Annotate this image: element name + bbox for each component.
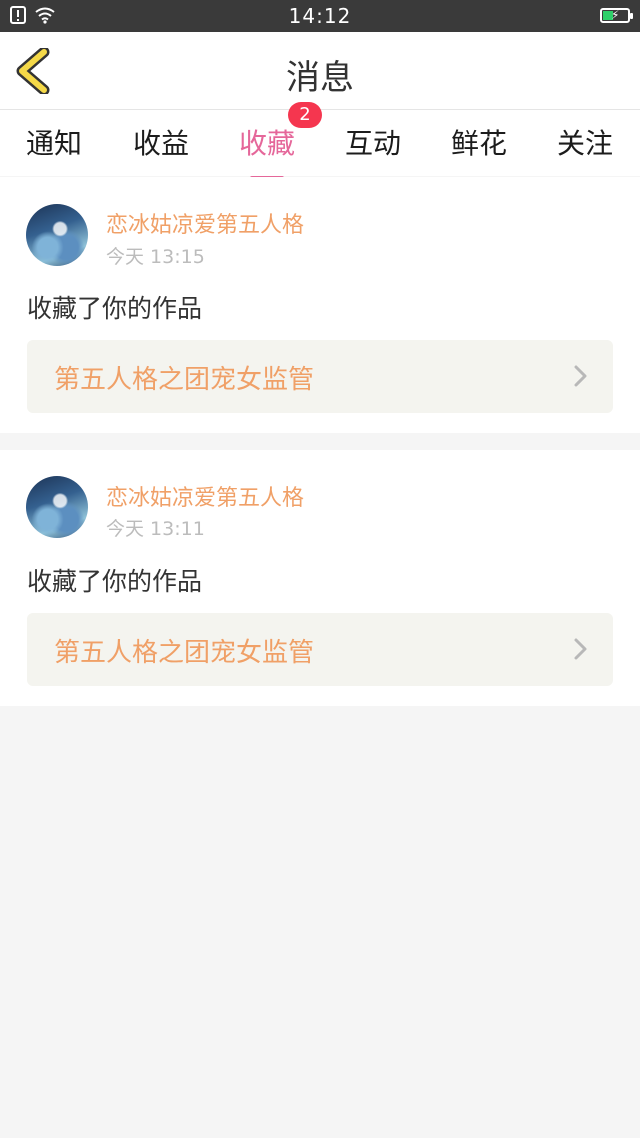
battery-icon: ⚡ bbox=[600, 8, 633, 23]
tab-earnings[interactable]: 收益 bbox=[111, 122, 211, 162]
status-time: 14:12 bbox=[288, 4, 352, 28]
avatar[interactable] bbox=[26, 204, 88, 266]
tab-follows[interactable]: 关注 bbox=[535, 122, 635, 162]
action-text: 收藏了你的作品 bbox=[27, 294, 203, 323]
nav-bar: 消息 bbox=[0, 32, 640, 110]
unread-badge: 2 bbox=[288, 102, 322, 128]
message-card: 恋冰姑凉爱第五人格 今天 13:15 收藏了你的作品 第五人格之团宠女监管 bbox=[0, 177, 640, 433]
work-title: 第五人格之团宠女监管 bbox=[54, 638, 315, 668]
tab-flowers[interactable]: 鲜花 bbox=[429, 122, 529, 162]
avatar[interactable] bbox=[26, 476, 88, 538]
action-text: 收藏了你的作品 bbox=[27, 567, 203, 596]
work-title: 第五人格之团宠女监管 bbox=[54, 365, 315, 395]
tab-notifications[interactable]: 通知 bbox=[4, 122, 104, 162]
status-bar: 14:12 ⚡ bbox=[0, 0, 640, 32]
chevron-right-icon bbox=[574, 638, 587, 660]
message-card: 恋冰姑凉爱第五人格 今天 13:11 收藏了你的作品 第五人格之团宠女监管 bbox=[0, 450, 640, 706]
message-time: 今天 13:15 bbox=[106, 246, 205, 268]
tab-label: 收藏 bbox=[238, 127, 295, 160]
tab-interactions[interactable]: 互动 bbox=[323, 122, 423, 162]
username[interactable]: 恋冰姑凉爱第五人格 bbox=[106, 207, 304, 239]
work-link[interactable]: 第五人格之团宠女监管 bbox=[27, 613, 613, 686]
tab-label: 鲜花 bbox=[450, 127, 507, 160]
tab-label: 收益 bbox=[132, 127, 189, 160]
tab-label: 关注 bbox=[556, 127, 613, 160]
tab-label: 通知 bbox=[25, 127, 82, 160]
username[interactable]: 恋冰姑凉爱第五人格 bbox=[106, 480, 304, 512]
message-time: 今天 13:11 bbox=[106, 518, 205, 540]
chevron-right-icon bbox=[574, 365, 587, 387]
tab-label: 互动 bbox=[344, 127, 401, 160]
page-title: 消息 bbox=[286, 58, 354, 98]
tab-favorites[interactable]: 收藏 bbox=[217, 122, 317, 180]
work-link[interactable]: 第五人格之团宠女监管 bbox=[27, 340, 613, 413]
